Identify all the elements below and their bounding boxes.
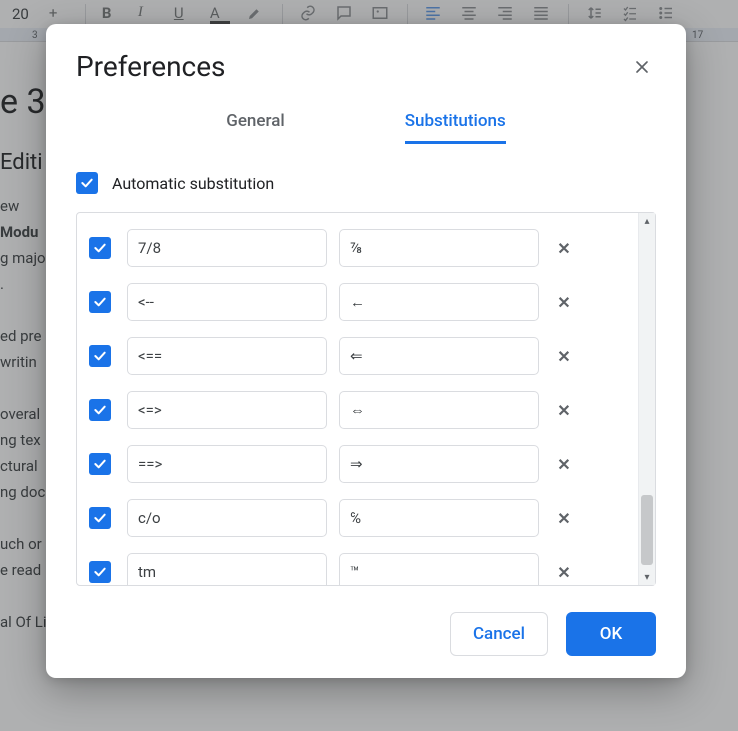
cancel-button[interactable]: Cancel [450, 612, 548, 656]
substitution-row: ✕ [89, 437, 632, 491]
substitution-row: ✕ [89, 545, 632, 585]
substitution-row: ✕ [89, 275, 632, 329]
with-input[interactable] [339, 499, 539, 537]
with-input[interactable] [339, 445, 539, 483]
delete-row-button[interactable]: ✕ [551, 239, 577, 258]
replace-input[interactable] [127, 391, 327, 429]
dialog-title: Preferences [76, 50, 226, 83]
with-input[interactable] [339, 391, 539, 429]
row-enable-checkbox[interactable] [89, 399, 111, 421]
check-icon [92, 294, 108, 310]
replace-input[interactable] [127, 283, 327, 321]
check-icon [92, 456, 108, 472]
preferences-dialog: Preferences General Substitutions Automa… [46, 24, 686, 678]
scrollbar-thumb[interactable] [641, 495, 653, 565]
substitution-row: ✕ [89, 383, 632, 437]
with-input[interactable] [339, 337, 539, 375]
close-icon [632, 57, 652, 77]
substitution-row: ✕ [89, 491, 632, 545]
row-enable-checkbox[interactable] [89, 345, 111, 367]
check-icon [79, 175, 95, 191]
scroll-down-icon[interactable]: ▾ [639, 569, 655, 585]
row-enable-checkbox[interactable] [89, 291, 111, 313]
delete-row-button[interactable]: ✕ [551, 401, 577, 420]
check-icon [92, 240, 108, 256]
substitutions-table: ✕ ✕ ✕ ✕ ✕ ✕ ✕ ▴ ▾ [76, 212, 656, 586]
replace-input[interactable] [127, 553, 327, 585]
with-input[interactable] [339, 283, 539, 321]
close-button[interactable] [628, 53, 656, 81]
substitution-row: ✕ [89, 221, 632, 275]
tab-bar: General Substitutions [46, 111, 686, 144]
delete-row-button[interactable]: ✕ [551, 563, 577, 582]
replace-input[interactable] [127, 445, 327, 483]
automatic-substitution-label: Automatic substitution [112, 174, 274, 193]
row-enable-checkbox[interactable] [89, 507, 111, 529]
replace-input[interactable] [127, 337, 327, 375]
delete-row-button[interactable]: ✕ [551, 509, 577, 528]
tab-substitutions[interactable]: Substitutions [405, 111, 506, 144]
substitution-row: ✕ [89, 329, 632, 383]
automatic-substitution-checkbox[interactable] [76, 172, 98, 194]
with-input[interactable] [339, 229, 539, 267]
row-enable-checkbox[interactable] [89, 237, 111, 259]
check-icon [92, 564, 108, 580]
check-icon [92, 348, 108, 364]
delete-row-button[interactable]: ✕ [551, 455, 577, 474]
tab-general[interactable]: General [226, 111, 284, 144]
delete-row-button[interactable]: ✕ [551, 347, 577, 366]
replace-input[interactable] [127, 229, 327, 267]
scroll-up-icon[interactable]: ▴ [639, 213, 655, 229]
scrollbar-track[interactable]: ▴ ▾ [638, 213, 655, 585]
delete-row-button[interactable]: ✕ [551, 293, 577, 312]
check-icon [92, 402, 108, 418]
with-input[interactable] [339, 553, 539, 585]
check-icon [92, 510, 108, 526]
ok-button[interactable]: OK [566, 612, 656, 656]
row-enable-checkbox[interactable] [89, 561, 111, 583]
replace-input[interactable] [127, 499, 327, 537]
row-enable-checkbox[interactable] [89, 453, 111, 475]
